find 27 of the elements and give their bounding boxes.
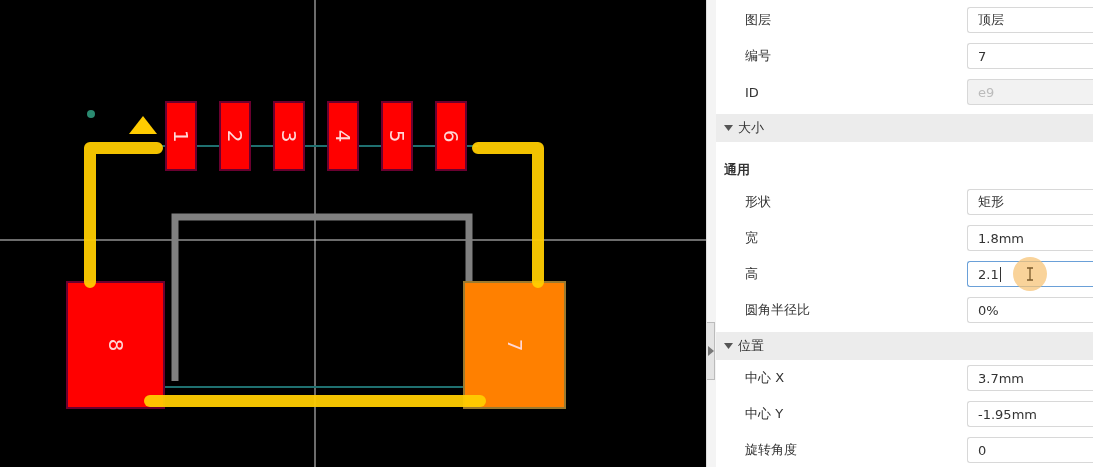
input-field[interactable]: 0 — [967, 437, 1093, 463]
pin-one-marker — [129, 116, 157, 134]
section-header[interactable]: 位置 — [716, 332, 1093, 360]
field-label: 形状 — [744, 193, 772, 211]
group-title: 通用 — [724, 161, 750, 179]
field-label: 圆角半径比 — [744, 301, 811, 319]
field-label: 旋转角度 — [744, 441, 798, 459]
input-field[interactable]: 7 — [967, 43, 1093, 69]
field-label: 编号 — [744, 47, 772, 65]
cursor-highlight-icon — [1013, 257, 1047, 291]
input-field[interactable]: -1.95mm — [967, 401, 1093, 427]
input-field[interactable]: 1.8mm — [967, 225, 1093, 251]
field-label: ID — [744, 84, 760, 100]
input-field[interactable]: 0% — [967, 297, 1093, 323]
field-label: 中心 X — [744, 369, 786, 387]
caret-icon — [724, 343, 733, 349]
input-field[interactable]: 顶层 — [967, 7, 1093, 33]
section-header[interactable]: 大小 — [716, 114, 1093, 142]
origin-dot — [87, 110, 95, 118]
caret-icon — [724, 125, 733, 131]
input-field[interactable]: 矩形 — [967, 189, 1093, 215]
input-field[interactable]: 3.7mm — [967, 365, 1093, 391]
field-label: 图层 — [744, 11, 772, 29]
panel-collapse-handle[interactable] — [707, 322, 715, 380]
field-label: 宽 — [744, 229, 759, 247]
field-label: 中心 Y — [744, 405, 785, 423]
field-label: 高 — [744, 265, 759, 283]
